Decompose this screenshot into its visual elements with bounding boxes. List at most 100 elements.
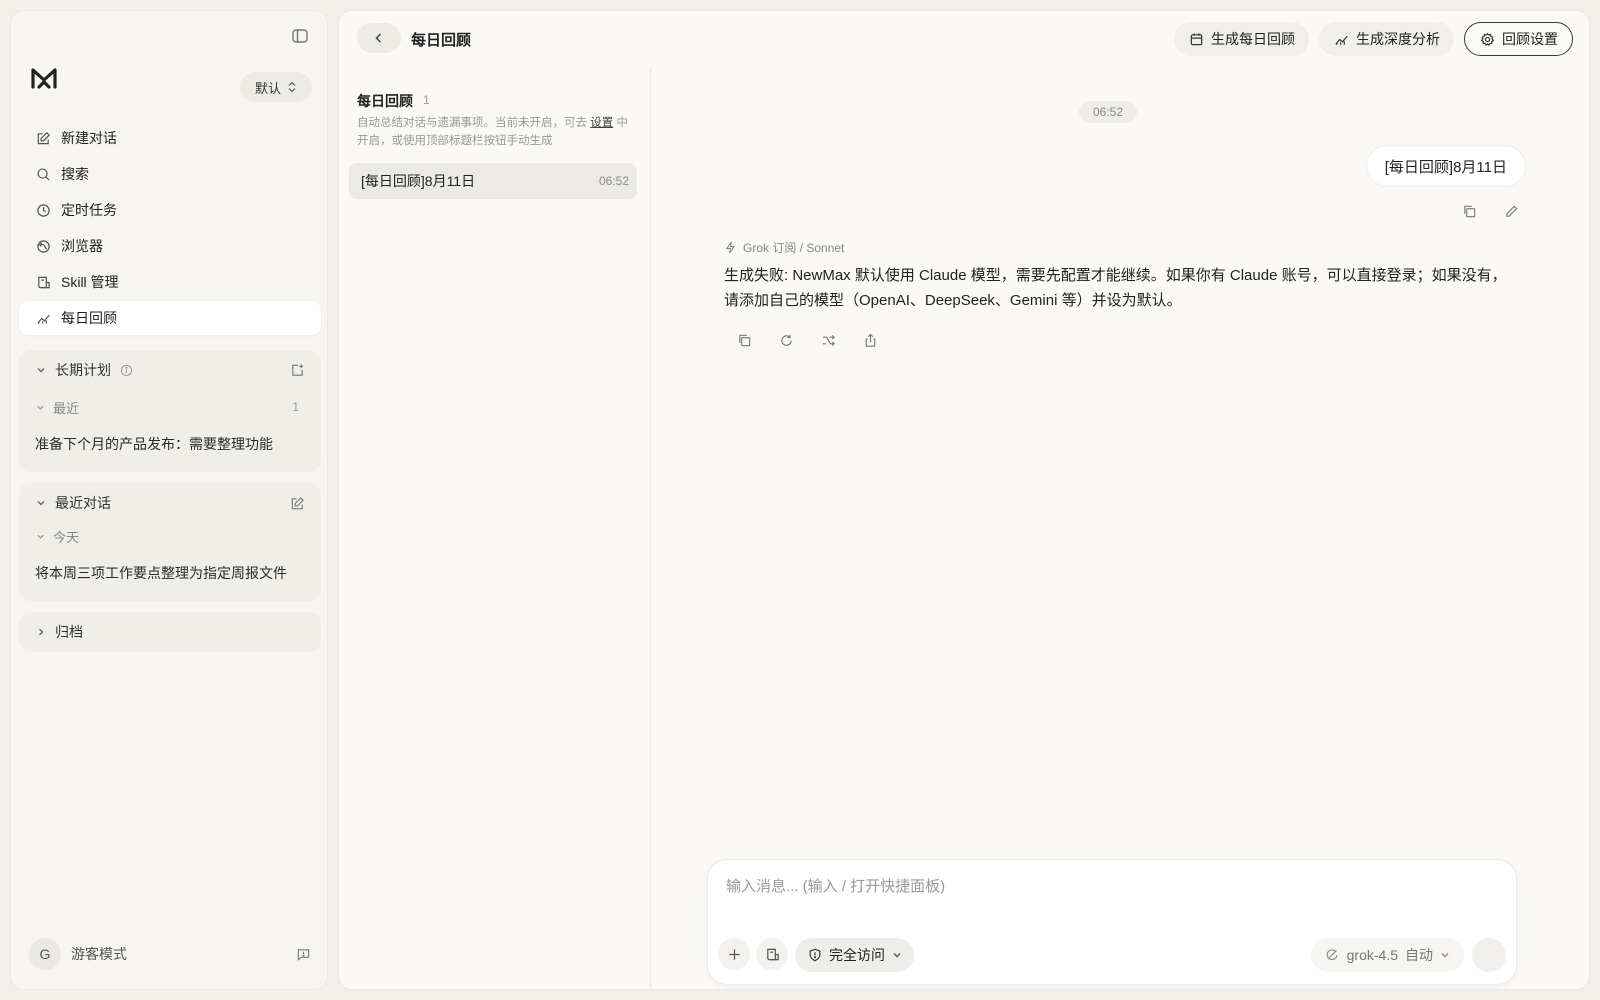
clock-icon — [35, 202, 51, 218]
archive-section: 归档 — [19, 612, 321, 652]
nav-skill-management[interactable]: Skill 管理 — [19, 265, 321, 299]
chevron-down-icon — [1440, 950, 1450, 960]
generate-daily-review-button[interactable]: 生成每日回顾 — [1174, 22, 1309, 56]
settings-link[interactable]: 设置 — [590, 117, 613, 129]
nav-label: 浏览器 — [61, 238, 103, 254]
skill-icon — [764, 946, 780, 962]
subsection-title: 最近 — [53, 400, 80, 416]
chevron-down-icon — [35, 364, 47, 376]
sidebar-toggle-icon[interactable] — [289, 25, 311, 47]
generate-deep-analysis-button[interactable]: 生成深度分析 — [1319, 22, 1454, 56]
user-message-bubble: [每日回顾]8月11日 — [1365, 145, 1526, 187]
pencil-icon[interactable] — [1503, 203, 1519, 219]
message-composer: 完全访问 grok-4.5 自动 — [707, 859, 1517, 985]
chart-icon — [1333, 31, 1349, 47]
refresh-icon[interactable] — [778, 332, 794, 348]
profile-label: 默认 — [254, 80, 281, 96]
list-count: 1 — [423, 93, 430, 107]
user-name: 游客模式 — [71, 946, 127, 962]
review-item-time: 06:52 — [598, 174, 629, 188]
skill-button[interactable] — [756, 938, 788, 970]
chevron-updown-icon — [287, 81, 297, 93]
sidebar: 默认 新建对话 搜索 定时任务 浏览器 Skill 管理 每日回顾 长期计划 最… — [10, 10, 328, 990]
desc-text: 自动总结对话与遗漏事项。当前未开启，可去 — [357, 117, 591, 129]
list-title: 每日回顾 — [357, 93, 413, 109]
back-button[interactable] — [357, 23, 401, 53]
nav-label: 每日回顾 — [61, 310, 117, 326]
access-mode-selector[interactable]: 完全访问 — [795, 938, 914, 972]
top-bar: 每日回顾 生成每日回顾 生成深度分析 回顾设置 — [339, 11, 1589, 67]
new-chat-icon[interactable] — [289, 495, 305, 511]
gear-icon — [1479, 31, 1495, 47]
section-title: 归档 — [55, 624, 83, 640]
assistant-message-actions — [736, 332, 878, 348]
review-list-item[interactable]: [每日回顾]8月11日 06:52 — [349, 163, 637, 199]
model-selector[interactable]: grok-4.5 自动 — [1310, 938, 1464, 972]
send-button[interactable] — [1472, 938, 1506, 972]
review-item-title: [每日回顾]8月11日 — [361, 173, 476, 189]
chevron-right-icon — [35, 626, 47, 638]
share-icon[interactable] — [862, 332, 878, 348]
skill-icon — [35, 274, 51, 290]
list-description: 自动总结对话与遗漏事项。当前未开启，可去 设置 中开启，或使用顶部标题栏按钮手动… — [357, 114, 633, 150]
add-plan-icon[interactable] — [289, 362, 305, 378]
add-attachment-button[interactable] — [718, 938, 750, 970]
model-name: grok-4.5 — [1346, 947, 1398, 963]
nav-label: 新建对话 — [61, 130, 117, 146]
nav-label: 定时任务 — [61, 202, 117, 218]
recent-today-toggle[interactable]: 今天 — [19, 523, 321, 549]
info-icon[interactable] — [119, 363, 133, 377]
assistant-message: 生成失败: NewMax 默认使用 Claude 模型，需要先配置才能继续。如果… — [724, 267, 1507, 309]
main-panel: 每日回顾 生成每日回顾 生成深度分析 回顾设置 每日回顾 1 自动总结对话与遗漏… — [338, 10, 1590, 990]
model-meta-text: Grok 订阅 / Sonnet — [743, 241, 845, 255]
chevron-down-icon — [892, 950, 902, 960]
plus-icon — [726, 946, 742, 962]
edit-icon — [35, 130, 51, 146]
user-profile[interactable]: G 游客模式 — [29, 937, 311, 971]
copy-icon[interactable] — [1461, 203, 1477, 219]
section-title: 长期计划 — [55, 362, 111, 378]
plan-item[interactable]: 准备下个月的产品发布：需要整理功能 — [19, 424, 321, 464]
calendar-icon — [1188, 31, 1204, 47]
avatar: G — [29, 938, 61, 970]
nav-search[interactable]: 搜索 — [19, 157, 321, 191]
branch-icon[interactable] — [820, 332, 836, 348]
long-term-plans-header[interactable]: 长期计划 — [19, 350, 321, 390]
globe-icon — [35, 238, 51, 254]
review-list-pane: 每日回顾 1 自动总结对话与遗漏事项。当前未开启，可去 设置 中开启，或使用顶部… — [339, 67, 651, 989]
chart-icon — [35, 310, 51, 326]
sidebar-nav: 新建对话 搜索 定时任务 浏览器 Skill 管理 每日回顾 — [19, 121, 321, 337]
lightning-icon — [724, 241, 737, 254]
shield-icon — [807, 948, 822, 963]
chevron-down-icon — [35, 402, 45, 412]
review-settings-button[interactable]: 回顾设置 — [1464, 22, 1573, 56]
message-input[interactable] — [726, 874, 1486, 898]
model-mode: 自动 — [1405, 947, 1433, 963]
copy-icon[interactable] — [736, 332, 752, 348]
feedback-icon[interactable] — [295, 946, 311, 962]
assistant-meta: Grok 订阅 / Sonnet — [724, 239, 844, 256]
search-icon — [35, 166, 51, 182]
page-title: 每日回顾 — [411, 32, 472, 49]
timestamp-chip: 06:52 — [1079, 101, 1137, 123]
nav-label: Skill 管理 — [61, 274, 119, 290]
chat-item[interactable]: 将本周三项工作要点整理为指定周报文件 — [19, 549, 321, 597]
archive-header[interactable]: 归档 — [19, 612, 321, 652]
subsection-title: 今天 — [53, 529, 80, 545]
nav-scheduled-tasks[interactable]: 定时任务 — [19, 193, 321, 227]
long-term-recent-toggle[interactable]: 最近 1 — [19, 390, 321, 424]
section-title: 最近对话 — [55, 495, 111, 511]
nav-browser[interactable]: 浏览器 — [19, 229, 321, 263]
button-label: 生成深度分析 — [1356, 31, 1440, 47]
nav-new-chat[interactable]: 新建对话 — [19, 121, 321, 155]
nav-daily-review[interactable]: 每日回顾 — [19, 301, 321, 335]
recent-chats-header[interactable]: 最近对话 — [19, 483, 321, 523]
model-icon — [1325, 948, 1340, 963]
chat-area: 06:52 [每日回顾]8月11日 Grok 订阅 / Sonnet 生成失败:… — [651, 67, 1589, 989]
app-logo-icon — [29, 63, 59, 93]
top-actions: 生成每日回顾 生成深度分析 回顾设置 — [1174, 22, 1573, 56]
chevron-down-icon — [35, 497, 47, 509]
profile-selector[interactable]: 默认 — [240, 72, 312, 102]
chevron-left-icon — [373, 32, 385, 44]
long-term-plans-section: 长期计划 最近 1 准备下个月的产品发布：需要整理功能 — [19, 350, 321, 472]
